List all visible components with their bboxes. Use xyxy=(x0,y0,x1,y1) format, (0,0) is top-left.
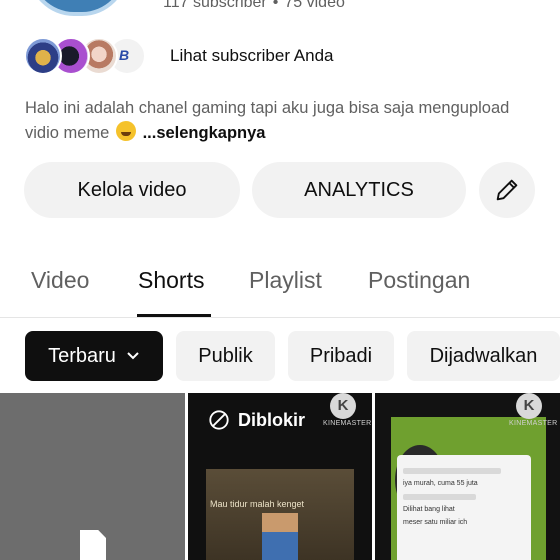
channel-description[interactable]: Halo ini adalah chanel gaming tapi aku j… xyxy=(25,96,545,146)
filter-chip-private[interactable]: Pribadi xyxy=(288,331,394,381)
kinemaster-watermark: K KINEMASTER xyxy=(509,393,558,427)
comment-card-image: iya murah, cuma 55 juta Dilihat bang lih… xyxy=(397,455,531,560)
tab-playlist[interactable]: Playlist xyxy=(249,267,322,294)
blocked-label: Diblokir xyxy=(238,409,306,430)
video-caption: Mau tidur malah kenget xyxy=(210,499,305,509)
tab-shorts[interactable]: Shorts xyxy=(138,267,204,294)
watermark-label: KINEMASTER xyxy=(509,420,558,427)
sweat-smile-emoji-icon xyxy=(115,121,136,141)
filter-chip-public[interactable]: Publik xyxy=(176,331,275,381)
analytics-button[interactable]: ANALYTICS xyxy=(252,162,466,218)
short-thumbnail[interactable] xyxy=(0,393,185,560)
filter-chip-label: Terbaru xyxy=(48,344,116,367)
subscribers-row[interactable]: B Lihat subscriber Anda xyxy=(24,36,334,76)
tab-video[interactable]: Video xyxy=(31,267,89,294)
short-thumbnail[interactable]: K KINEMASTER iya murah, cuma 55 juta Dil… xyxy=(375,393,560,560)
comment-text: Dilihat bang lihat xyxy=(403,506,455,513)
stats-separator: • xyxy=(272,0,279,11)
subscriber-count: 117 subscriber xyxy=(163,0,267,11)
filter-chip-latest[interactable]: Terbaru xyxy=(25,331,163,381)
tab-posts[interactable]: Postingan xyxy=(368,267,470,294)
see-more-link[interactable]: ...selengkapnya xyxy=(143,124,266,142)
filter-chip-scheduled[interactable]: Dijadwalkan xyxy=(407,331,560,381)
comment-line xyxy=(403,468,501,474)
see-subscribers-link[interactable]: Lihat subscriber Anda xyxy=(170,46,334,66)
blocked-icon xyxy=(209,410,229,430)
kinemaster-logo-icon: K xyxy=(516,393,542,419)
kinemaster-watermark: K KINEMASTER xyxy=(323,393,372,427)
active-tab-indicator xyxy=(137,314,211,317)
channel-tabs: Video Shorts Playlist Postingan xyxy=(0,258,560,318)
video-count: 75 video xyxy=(284,0,345,11)
pencil-icon xyxy=(496,179,518,201)
video-frame: Mau tidur malah kenget xyxy=(206,469,354,560)
channel-avatar[interactable] xyxy=(28,0,128,16)
blocked-status: Diblokir xyxy=(208,409,305,431)
description-text: Halo ini adalah chanel gaming tapi aku j… xyxy=(25,99,510,142)
watermark-label: KINEMASTER xyxy=(323,420,372,427)
comment-text: iya murah, cuma 55 juta xyxy=(403,480,478,487)
subscriber-avatar xyxy=(24,37,62,75)
kinemaster-logo-icon: K xyxy=(330,393,356,419)
comment-line xyxy=(403,494,477,500)
file-icon xyxy=(80,530,106,560)
comment-text: meser satu miliar ich xyxy=(403,519,468,526)
chevron-down-icon xyxy=(127,352,139,360)
short-thumbnail[interactable]: Diblokir K KINEMASTER Mau tidur malah ke… xyxy=(188,393,372,560)
game-character-image xyxy=(262,513,298,560)
manage-videos-button[interactable]: Kelola video xyxy=(24,162,240,218)
subscriber-avatar-letter: B xyxy=(119,47,130,63)
channel-stats: 117 subscriber • 75 video xyxy=(163,0,345,12)
edit-channel-button[interactable] xyxy=(479,162,535,218)
